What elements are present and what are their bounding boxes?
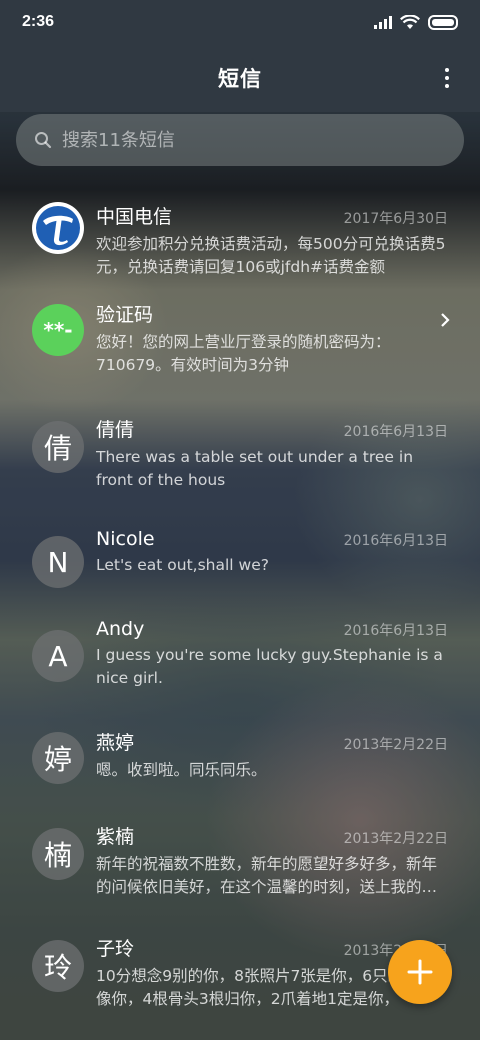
contact-avatar: 楠 [32, 828, 84, 880]
contact-name: 子玲 [96, 938, 135, 960]
message-date: 2016年6月13日 [343, 424, 448, 440]
contact-name: 紫楠 [96, 826, 135, 848]
avatar-text: A [48, 639, 68, 673]
search-icon [35, 132, 52, 149]
message-date: 2017年6月30日 [343, 211, 448, 227]
message-preview: 您好！您的网上营业厅登录的随机密码为：710679。有效时间为3分钟 [96, 333, 391, 374]
search-bar[interactable] [16, 114, 464, 166]
avatar-text: 婷 [43, 743, 72, 776]
new-message-button[interactable] [388, 940, 452, 1004]
contact-name: 燕婷 [96, 732, 135, 754]
contact-avatar: N [32, 536, 84, 588]
avatar-text: 倩 [43, 432, 72, 465]
status-icons [374, 14, 458, 30]
avatar-text: 玲 [43, 951, 72, 984]
message-date: 2013年2月22日 [343, 737, 448, 753]
contact-name: 中国电信 [96, 206, 173, 228]
wifi-icon [400, 14, 420, 29]
chevron-right-icon [441, 313, 450, 327]
message-date: 2013年2月22日 [343, 831, 448, 847]
search-input[interactable] [62, 129, 442, 151]
message-preview: 嗯。收到啦。同乐同乐。 [96, 761, 267, 779]
plus-icon [407, 959, 433, 985]
conversation-item[interactable]: 中国电信 2017年6月30日 欢迎参加积分兑换话费活动，每500分可兑换话费5… [0, 174, 480, 286]
avatar-text: **- [43, 318, 73, 342]
conversation-item[interactable]: 倩 倩倩 2016年6月13日 There was a table set ou… [0, 399, 480, 512]
battery-icon [428, 14, 458, 30]
app-header: 短信 [0, 44, 480, 112]
signal-icon [374, 15, 392, 29]
status-bar: 2:36 [0, 0, 480, 44]
message-list: 中国电信 2017年6月30日 欢迎参加积分兑换话费活动，每500分可兑换话费5… [0, 174, 480, 1018]
china-telecom-logo-avatar [32, 202, 84, 254]
contact-name: 验证码 [96, 304, 154, 326]
contact-name: 倩倩 [96, 419, 135, 441]
conversation-item[interactable]: N Nicole 2016年6月13日 Let's eat out,shall … [0, 512, 480, 602]
status-time: 2:36 [22, 13, 55, 30]
message-preview: There was a table set out under a tree i… [96, 448, 414, 489]
message-preview: 新年的祝福数不胜数，新年的愿望好多好多，新年的问候依旧美好，在这个温馨的时刻，送… [96, 855, 438, 896]
message-preview: Let's eat out,shall we? [96, 556, 269, 574]
contact-name: Andy [96, 618, 145, 640]
message-preview: I guess you're some lucky guy.Stephanie … [96, 646, 443, 687]
page-title: 短信 [218, 67, 262, 91]
contact-avatar: 婷 [32, 732, 84, 784]
message-date: 2016年6月13日 [343, 623, 448, 639]
avatar-text: N [47, 545, 69, 579]
verification-code-avatar: **- [32, 304, 84, 356]
china-telecom-logo-icon [36, 206, 80, 250]
avatar-text: 楠 [43, 839, 72, 872]
conversation-item[interactable]: 婷 燕婷 2013年2月22日 嗯。收到啦。同乐同乐。 [0, 714, 480, 806]
conversation-item[interactable]: **- 验证码 您好！您的网上营业厅登录的随机密码为：710679。有效时间为3… [0, 286, 480, 399]
conversation-item[interactable]: 楠 紫楠 2013年2月22日 新年的祝福数不胜数，新年的愿望好多好多，新年的问… [0, 806, 480, 918]
contact-name: Nicole [96, 528, 155, 550]
contact-avatar: 玲 [32, 940, 84, 992]
message-preview: 欢迎参加积分兑换话费活动，每500分可兑换话费5元，兑换话费请回复106或jfd… [96, 235, 446, 276]
contact-avatar: 倩 [32, 421, 84, 473]
contact-avatar: A [32, 630, 84, 682]
message-date: 2016年6月13日 [343, 533, 448, 549]
more-vertical-icon[interactable] [444, 68, 450, 88]
conversation-item[interactable]: A Andy 2016年6月13日 I guess you're some lu… [0, 602, 480, 714]
